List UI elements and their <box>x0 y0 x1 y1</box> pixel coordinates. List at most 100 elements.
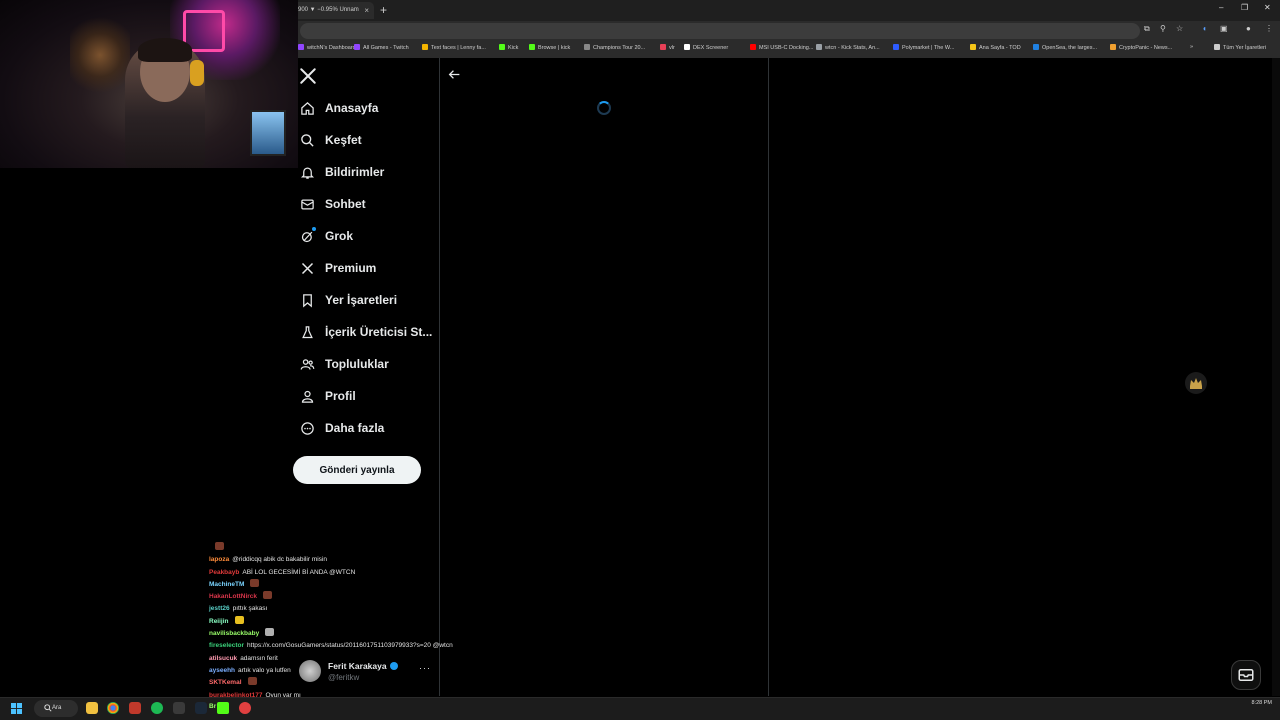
x-logo-icon[interactable] <box>299 67 317 85</box>
streamer-hair <box>138 38 192 62</box>
chat-message: fireselector https://x.com/GosuGamers/sta… <box>209 640 499 652</box>
sidebar-item-topluluklar[interactable]: Topluluklar <box>300 352 389 376</box>
sidebar-item-icerik-ureticisi[interactable]: İçerik Üreticisi St... <box>300 320 432 344</box>
chat-username[interactable]: Reiijin <box>209 618 229 625</box>
chat-message: Peakbayb ABİ LOL GECESİMİ Bİ ANDA @WTCN <box>209 567 499 579</box>
main-column-border-right <box>768 58 769 696</box>
bookmark-item[interactable]: Ana Sayfa - TOD <box>970 44 1021 51</box>
chat-username[interactable]: MachineTM <box>209 581 244 588</box>
restore-button[interactable]: ❐ <box>1241 3 1248 12</box>
chat-message: lapoza @riddicqq abik dc bakabilir misin <box>209 554 499 566</box>
scrollbar[interactable] <box>1272 58 1280 696</box>
zoom-icon[interactable]: ⚲ <box>1160 24 1166 33</box>
sidebar-item-grok[interactable]: Grok <box>300 224 353 248</box>
bookmark-item[interactable]: Kick <box>499 44 518 51</box>
app-icon[interactable] <box>239 702 251 714</box>
sidebar-item-profil[interactable]: Profil <box>300 384 356 408</box>
post-button[interactable]: Gönderi yayınla <box>293 456 421 484</box>
chat-username[interactable]: lapoza <box>209 556 229 563</box>
sidebar-item-kesfet[interactable]: Keşfet <box>300 128 362 152</box>
emote-icon <box>247 677 257 686</box>
messages-fab[interactable] <box>1231 660 1261 690</box>
sidebar-item-daha-fazla[interactable]: Daha fazla <box>300 416 384 440</box>
sidebar-item-yer-isaretleri[interactable]: Yer İşaretleri <box>300 288 397 312</box>
clock[interactable]: 8:28 PM <box>1244 700 1272 706</box>
chat-username[interactable]: Peakbayb <box>209 569 239 576</box>
file-explorer-icon[interactable] <box>86 702 98 714</box>
chat-username[interactable]: ayseehh <box>209 667 235 674</box>
bookmark-label: Ana Sayfa - TOD <box>979 45 1021 51</box>
chat-username[interactable]: SKTKemal <box>209 679 242 686</box>
chat-username[interactable]: jestt26 <box>209 605 230 612</box>
close-window-button[interactable]: ✕ <box>1264 3 1271 12</box>
sidebar-item-label: Yer İşaretleri <box>325 293 398 307</box>
sidebar-item-sohbet[interactable]: Sohbet <box>300 192 366 216</box>
chat-message: atilsucuk adamsın ferit <box>209 653 499 665</box>
emote-icon <box>263 591 273 600</box>
bookmark-item[interactable]: Polymarket | The W... <box>893 44 954 51</box>
bookmark-item[interactable]: Champions Tour 20... <box>584 44 645 51</box>
chat-message: SKTKemal <box>209 677 499 689</box>
bookmark-label: MSI USB-C Docking... <box>759 45 814 51</box>
app-icon[interactable] <box>129 702 141 714</box>
bookmark-item[interactable]: vlr <box>660 44 675 51</box>
crown-badge-icon[interactable] <box>1185 372 1207 394</box>
bookmark-item[interactable]: CryptoPanic - News... <box>1110 44 1172 51</box>
audio-icon[interactable]: ◖ <box>1202 24 1207 33</box>
xbox-icon[interactable] <box>173 702 185 714</box>
sidebar-item-label: Bildirimler <box>325 165 385 179</box>
back-arrow-icon[interactable] <box>448 68 461 81</box>
extensions-icon[interactable]: ▣ <box>1220 24 1228 33</box>
bookmark-item[interactable]: DEX Screener <box>684 44 728 51</box>
chat-username[interactable]: atilsucuk <box>209 655 237 662</box>
bookmark-label: Tüm Yer İşaretleri <box>1223 45 1267 51</box>
sidebar-item-anasayfa[interactable]: Anasayfa <box>300 96 378 120</box>
profile-avatar[interactable]: ● <box>1246 24 1251 33</box>
emote-icon <box>234 615 244 624</box>
bookmark-label: CryptoPanic - News... <box>1119 45 1173 51</box>
minimize-button[interactable]: – <box>1219 3 1223 12</box>
steam-icon[interactable] <box>195 702 207 714</box>
bookmark-label: Browse | kick <box>538 45 571 51</box>
new-tab-button[interactable]: + <box>380 2 387 19</box>
spotify-icon[interactable] <box>151 702 163 714</box>
stream-chat-overlay: lapoza @riddicqq abik dc bakabilir misin P… <box>209 542 499 702</box>
sidebar-item-label: Keşfet <box>325 133 362 147</box>
bookmark-favicon-icon <box>684 44 690 50</box>
chrome-icon[interactable] <box>107 702 119 714</box>
bookmark-item[interactable]: Tüm Yer İşaretleri <box>1214 44 1266 51</box>
sidebar-item-premium[interactable]: Premium <box>300 256 376 280</box>
bookmark-item[interactable]: Browse | kick <box>529 44 570 51</box>
bookmark-item[interactable]: MSI USB-C Docking... <box>750 44 813 51</box>
chat-username[interactable]: navilisbackbaby <box>209 630 259 637</box>
emote-icon <box>265 628 275 637</box>
bookmark-favicon-icon <box>660 44 666 50</box>
sidebar-item-label: Sohbet <box>325 197 366 211</box>
bookmark-item[interactable]: witchN's Dashboard <box>298 44 356 51</box>
bookmark-label: Text faces | Lenny fa... <box>431 45 486 51</box>
background-monitor <box>250 110 286 156</box>
menu-icon[interactable]: ⋮ <box>1265 24 1273 33</box>
taskbar-search[interactable]: Ara <box>34 700 78 717</box>
more-circle-icon <box>301 421 314 435</box>
bookmark-item[interactable]: Text faces | Lenny fa... <box>422 44 486 51</box>
address-bar[interactable] <box>300 23 1140 39</box>
chat-message: navilisbackbaby <box>209 628 499 640</box>
sidebar-item-label: Premium <box>325 261 377 275</box>
browser-tab-active[interactable]: 900 ▼ −0.95% Unnam × <box>292 2 374 19</box>
sidebar-item-bildirimler[interactable]: Bildirimler <box>300 160 384 184</box>
bookmark-item[interactable]: wtcn - Kick Stats, An... <box>816 44 880 51</box>
bookmark-favicon-icon <box>499 44 505 50</box>
star-icon[interactable]: ☆ <box>1176 24 1183 33</box>
bookmark-item[interactable]: All Games - Twitch <box>354 44 409 51</box>
windows-start-icon[interactable] <box>11 703 22 714</box>
chat-username[interactable]: HakanLottNirck <box>209 593 257 600</box>
envelope-icon <box>301 199 314 209</box>
kick-icon[interactable] <box>217 702 229 714</box>
tab-close-icon[interactable]: × <box>364 2 369 19</box>
bookmark-item[interactable]: » <box>1190 44 1193 50</box>
bookmark-item[interactable]: OpenSea, the larges... <box>1033 44 1097 51</box>
chat-username[interactable]: fireselector <box>209 642 244 649</box>
sidebar-item-label: Profil <box>325 389 356 403</box>
cast-icon[interactable]: ⧉ <box>1144 24 1150 34</box>
